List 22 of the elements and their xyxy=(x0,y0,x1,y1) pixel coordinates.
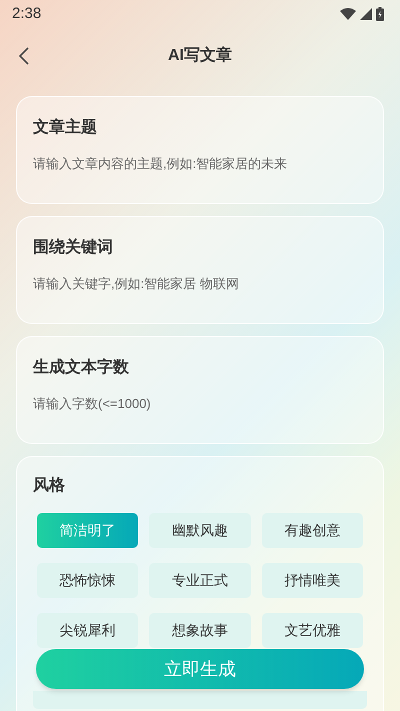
page-title: AI写文章 xyxy=(168,45,232,66)
battery-icon xyxy=(376,7,384,21)
style-option[interactable]: 想象故事 xyxy=(149,613,251,648)
style-option[interactable]: 文艺优雅 xyxy=(262,613,363,648)
field-label: 文章主题 xyxy=(33,117,98,138)
status-time: 2:38 xyxy=(12,4,42,24)
back-icon[interactable] xyxy=(18,47,30,65)
wifi-icon xyxy=(340,8,356,20)
section-label: 风格 xyxy=(33,476,66,496)
input-field[interactable]: 请输入文章内容的主题,例如:智能家居的未来 xyxy=(33,153,367,173)
style-option[interactable]: 抒情唯美 xyxy=(262,563,363,598)
signal-icon xyxy=(360,8,372,20)
input-field[interactable]: 请输入字数(<=1000) xyxy=(33,393,367,413)
custom-type-field[interactable] xyxy=(33,691,367,709)
style-option[interactable]: 专业正式 xyxy=(149,563,251,598)
style-option[interactable]: 恐怖惊悚 xyxy=(37,563,138,598)
input-field[interactable]: 请输入关键字,例如:智能家居 物联网 xyxy=(33,273,367,293)
field-label: 生成文本字数 xyxy=(33,357,130,378)
style-option[interactable]: 有趣创意 xyxy=(262,513,363,548)
field-label: 围绕关键词 xyxy=(33,237,114,258)
style-option[interactable]: 尖锐犀利 xyxy=(37,613,138,648)
style-option[interactable]: 幽默风趣 xyxy=(149,513,251,548)
